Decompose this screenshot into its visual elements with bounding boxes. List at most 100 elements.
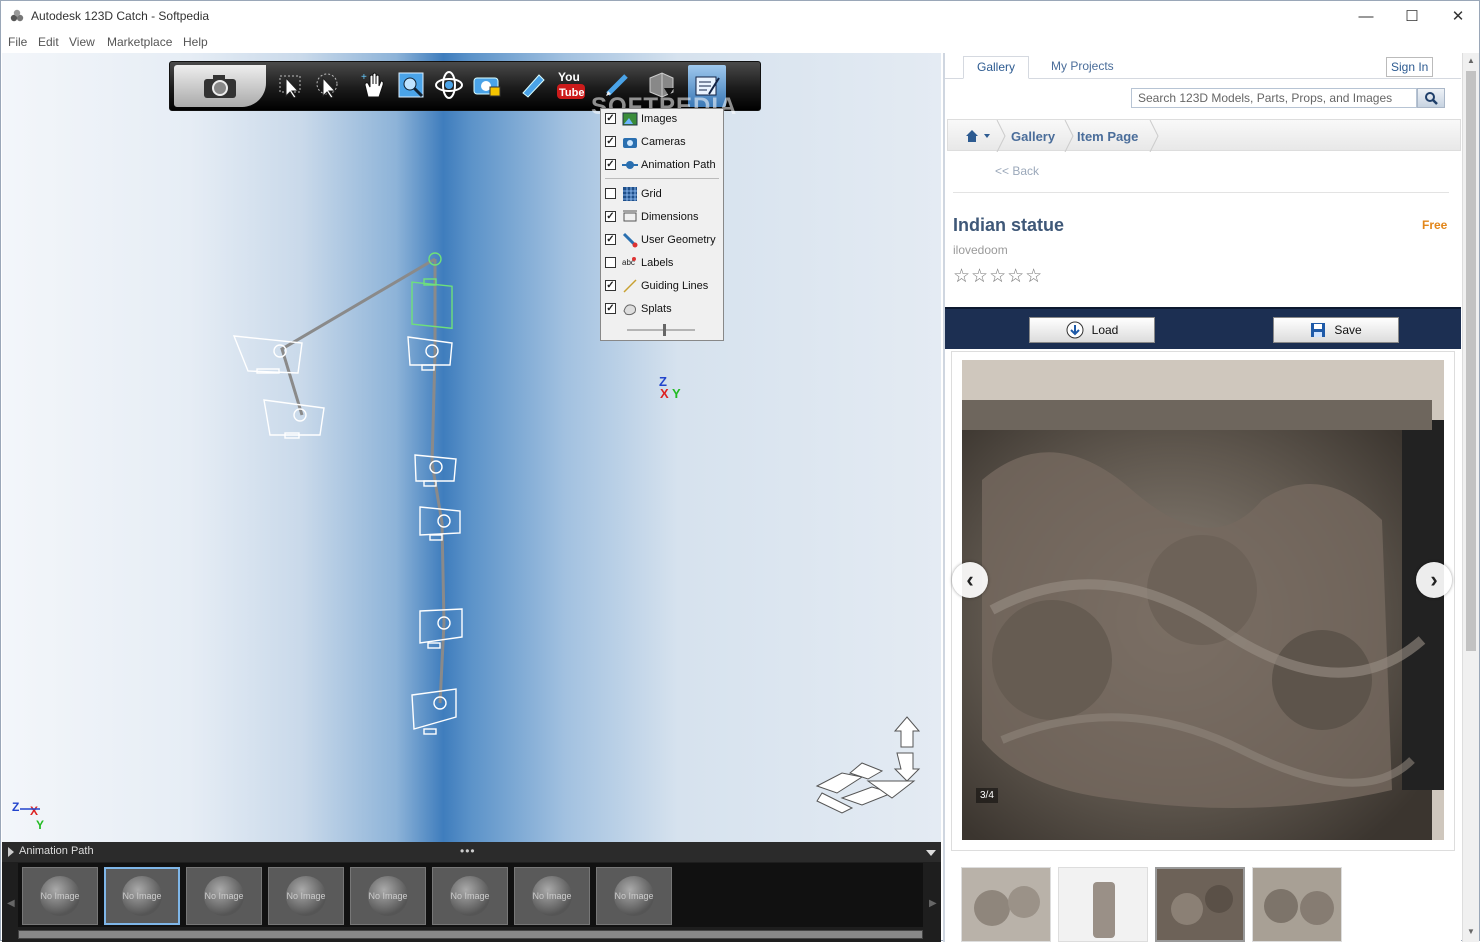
gallery-thumbnail[interactable]: [1058, 867, 1148, 942]
menu-item-guiding-lines[interactable]: ✓ Guiding Lines: [601, 276, 723, 298]
images-label: Images: [641, 113, 678, 125]
camera-frustum: [263, 399, 325, 439]
tab-my-projects[interactable]: My Projects: [1038, 56, 1127, 79]
sign-in-button[interactable]: Sign In: [1386, 57, 1434, 77]
minimize-button[interactable]: —: [1343, 1, 1389, 31]
gallery-panel: Gallery My Projects Sign In Search 123D …: [943, 53, 1461, 942]
guiding-lines-checkbox[interactable]: ✓: [605, 280, 616, 291]
youtube-icon[interactable]: You Tube: [554, 68, 588, 102]
center-axis-gizmo: Z X Y: [659, 374, 681, 401]
scroll-up-icon[interactable]: ▲: [1467, 56, 1475, 65]
animation-frame-thumbnail[interactable]: No Image: [596, 867, 672, 925]
resize-grip-icon[interactable]: •••: [460, 844, 476, 858]
animation-frame-thumbnail[interactable]: No Image: [432, 867, 508, 925]
user-geometry-checkbox[interactable]: ✓: [605, 234, 616, 245]
axis-label-x: X: [660, 386, 669, 401]
select-icon[interactable]: [274, 68, 308, 102]
strip-right-arrow-icon[interactable]: ▶: [929, 898, 937, 909]
animation-frame-thumbnail[interactable]: No Image: [22, 867, 98, 925]
zoom-window-icon[interactable]: [394, 68, 428, 102]
panel-tabs: Gallery My Projects Sign In: [945, 53, 1461, 79]
image-carousel: 3/4 ‹ ›: [951, 351, 1455, 851]
measure-icon[interactable]: [516, 68, 550, 102]
animation-path-checkbox[interactable]: ✓: [605, 159, 616, 170]
menu-edit[interactable]: Edit: [38, 35, 59, 49]
svg-text:+: +: [361, 72, 367, 83]
scroll-thumb[interactable]: [1466, 71, 1476, 651]
statue-photo[interactable]: 3/4: [962, 360, 1444, 840]
dimensions-icon: [623, 210, 637, 222]
maximize-button[interactable]: ☐: [1389, 1, 1435, 31]
pan-icon[interactable]: +: [356, 68, 390, 102]
menu-marketplace[interactable]: Marketplace: [107, 35, 172, 49]
expand-arrow-icon[interactable]: [8, 847, 14, 857]
autodesk-app-icon: [10, 9, 24, 22]
menu-item-dimensions[interactable]: ✓ Dimensions: [601, 207, 723, 229]
strip-scrollbar[interactable]: [18, 930, 923, 939]
scene-canvas[interactable]: Z X Y Z X Y: [2, 53, 941, 842]
close-button[interactable]: ✕: [1435, 1, 1480, 31]
gallery-thumbnail[interactable]: [961, 867, 1051, 942]
download-icon: [1066, 321, 1084, 339]
save-button[interactable]: Save: [1273, 317, 1399, 343]
menu-item-grid[interactable]: Grid: [601, 184, 723, 206]
images-checkbox[interactable]: ✓: [605, 113, 616, 124]
breadcrumb-gallery[interactable]: Gallery: [1011, 129, 1055, 144]
gallery-thumbnail[interactable]: [1252, 867, 1342, 942]
breadcrumb-item-page[interactable]: Item Page: [1077, 129, 1138, 144]
menu-item-animation-path[interactable]: ✓ Animation Path: [601, 155, 723, 177]
menu-item-cameras[interactable]: ✓ Cameras: [601, 132, 723, 154]
menu-file[interactable]: File: [8, 35, 27, 49]
previous-image-button[interactable]: ‹: [952, 562, 988, 598]
tab-gallery[interactable]: Gallery: [963, 56, 1030, 79]
breadcrumb-separator: [1064, 120, 1074, 152]
strip-left-arrow-icon[interactable]: ◀: [7, 898, 15, 909]
divider: [953, 192, 1449, 193]
price-badge: Free: [1422, 218, 1448, 232]
search-button[interactable]: [1417, 88, 1445, 108]
splats-checkbox[interactable]: ✓: [605, 303, 616, 314]
3d-viewport[interactable]: Z X Y Z X Y + You Tube: [2, 53, 941, 842]
panel-scrollbar[interactable]: ▲ ▼: [1462, 53, 1479, 942]
navigation-cube-icon[interactable]: [815, 716, 921, 814]
camera-icon[interactable]: [174, 65, 266, 107]
menu-help[interactable]: Help: [183, 35, 208, 49]
camera-lock-icon[interactable]: [470, 68, 504, 102]
select-add-icon[interactable]: [310, 68, 344, 102]
camera-selected: [411, 252, 453, 330]
cameras-checkbox[interactable]: ✓: [605, 136, 616, 147]
breadcrumb-separator: [1149, 120, 1159, 152]
home-icon[interactable]: [966, 129, 992, 143]
splat-size-slider[interactable]: [627, 323, 695, 337]
animation-frame-thumbnail[interactable]: No Image: [268, 867, 344, 925]
menu-item-images[interactable]: ✓ Images: [601, 109, 723, 131]
no-image-placeholder: No Image: [40, 876, 80, 916]
menu-item-splats[interactable]: ✓ Splats: [601, 299, 723, 321]
next-image-button[interactable]: ›: [1416, 562, 1452, 598]
scroll-down-icon[interactable]: ▼: [1467, 927, 1475, 936]
menu-view[interactable]: View: [69, 35, 95, 49]
labels-icon: abc: [622, 257, 636, 267]
menu-item-labels[interactable]: abc Labels: [601, 253, 723, 275]
author-link[interactable]: ilovedoom: [953, 243, 1008, 257]
dimensions-label: Dimensions: [641, 211, 699, 223]
animation-frame-thumbnail[interactable]: No Image: [104, 867, 180, 925]
load-button[interactable]: Load: [1029, 317, 1155, 343]
back-link[interactable]: << Back: [995, 164, 1039, 178]
animation-frame-thumbnail[interactable]: No Image: [350, 867, 426, 925]
animation-frame-thumbnail[interactable]: No Image: [186, 867, 262, 925]
dimensions-checkbox[interactable]: ✓: [605, 211, 616, 222]
gallery-thumbnail-selected[interactable]: [1155, 867, 1245, 942]
labels-checkbox[interactable]: [605, 257, 616, 268]
menu-item-user-geometry[interactable]: ✓ User Geometry: [601, 230, 723, 252]
grid-checkbox[interactable]: [605, 188, 616, 199]
cameras-label: Cameras: [641, 136, 686, 148]
no-image-placeholder: No Image: [532, 876, 572, 916]
search-input[interactable]: Search 123D Models, Parts, Props, and Im…: [1131, 88, 1417, 108]
animation-frame-thumbnail[interactable]: No Image: [514, 867, 590, 925]
star-rating[interactable]: ☆☆☆☆☆: [953, 265, 1043, 288]
animation-path-header: Animation Path •••: [2, 842, 941, 862]
grid-icon: [623, 187, 637, 201]
orbit-icon[interactable]: [432, 68, 466, 102]
collapse-arrow-icon[interactable]: [926, 850, 936, 856]
